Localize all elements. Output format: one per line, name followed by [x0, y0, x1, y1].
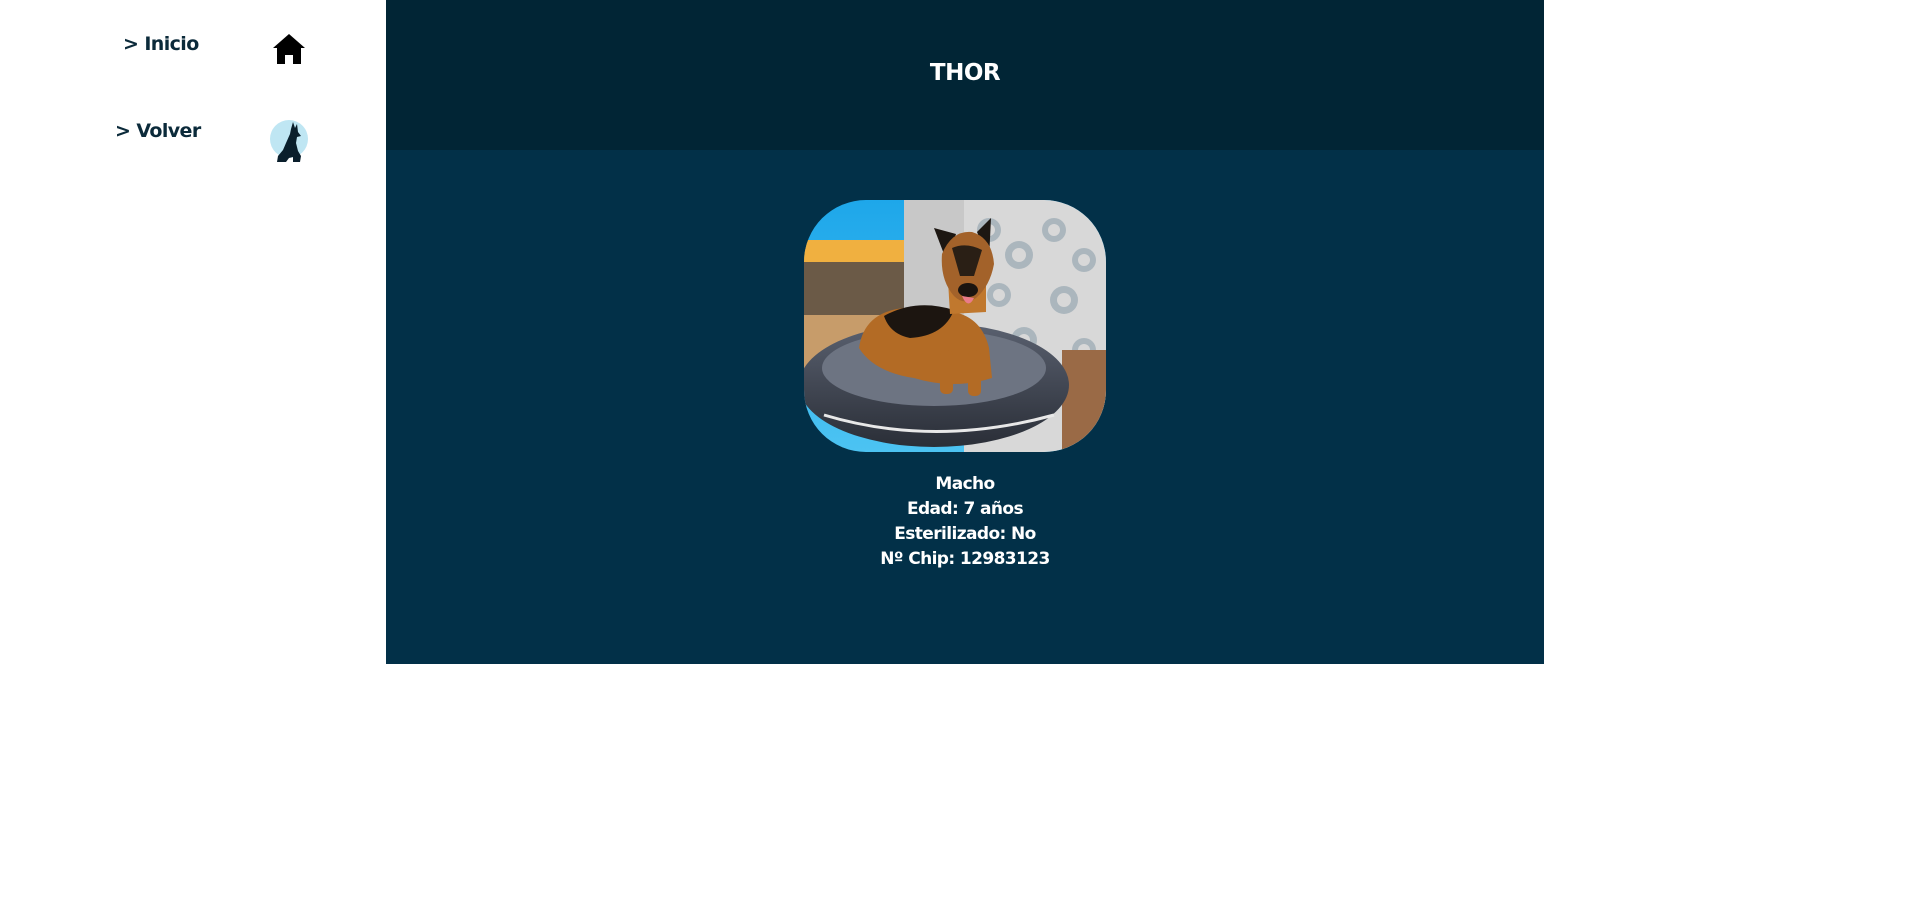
home-icon[interactable]	[272, 32, 306, 66]
pet-sterilized: Esterilizado: No	[894, 524, 1036, 544]
pet-info-section: Macho Edad: 7 años Esterilizado: No Nº C…	[386, 150, 1544, 664]
nav-link-inicio[interactable]: > Inicio	[123, 33, 199, 55]
dog-silhouette-icon[interactable]	[269, 118, 309, 163]
pet-profile-panel: THOR Macho Edad: 7 años Esterilizado: No…	[386, 0, 1544, 664]
pet-age: Edad: 7 años	[906, 499, 1024, 519]
pet-sex: Macho	[935, 474, 995, 494]
pet-details: Macho Edad: 7 años Esterilizado: No Nº C…	[386, 472, 1544, 572]
pet-photo	[804, 200, 1106, 452]
pet-header: THOR	[386, 0, 1544, 150]
pet-name-title: THOR	[929, 60, 1001, 86]
nav-link-volver[interactable]: > Volver	[115, 120, 201, 142]
pet-chip-number: Nº Chip: 12983123	[880, 549, 1050, 569]
